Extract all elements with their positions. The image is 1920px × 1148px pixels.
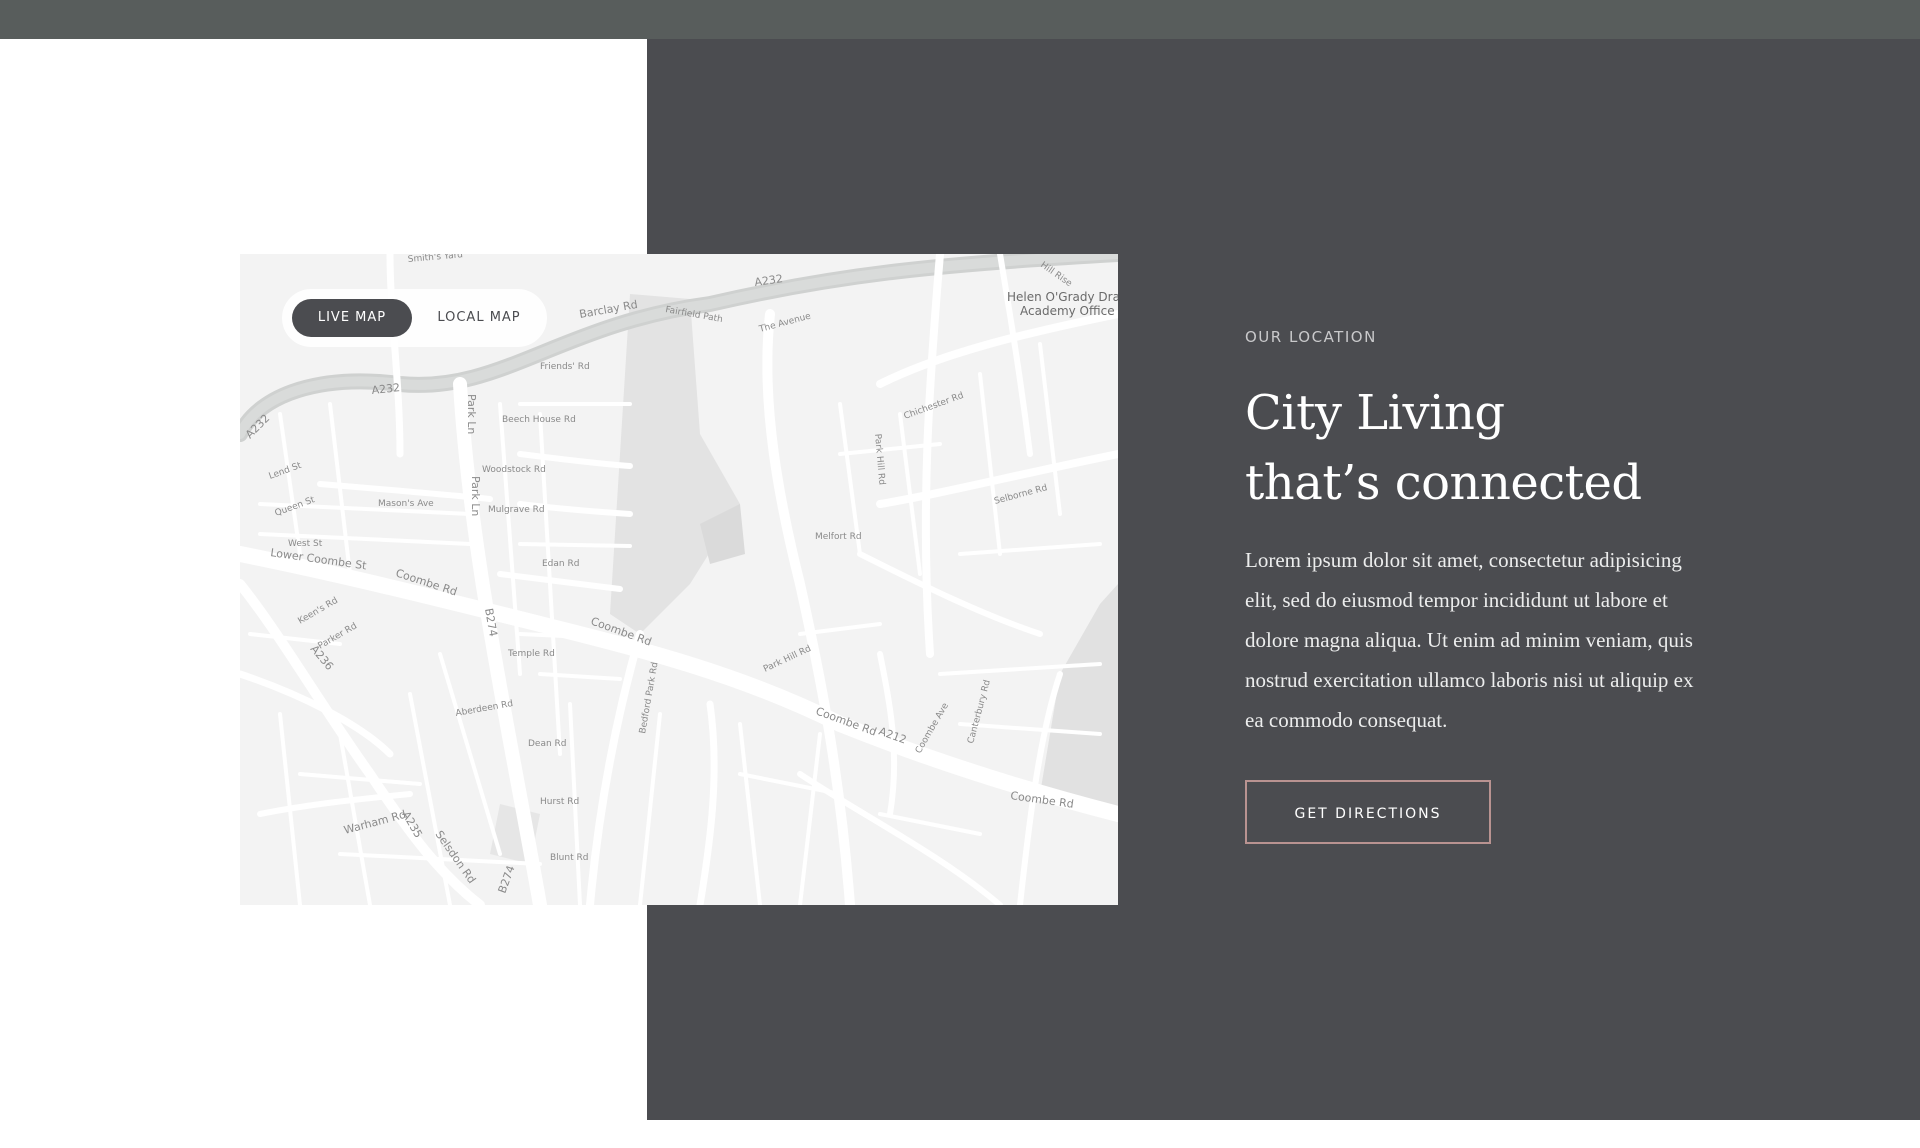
get-directions-button[interactable]: GET DIRECTIONS bbox=[1245, 780, 1491, 844]
section-headline: City Living that’s connected bbox=[1245, 378, 1805, 518]
section-body: Lorem ipsum dolor sit amet, consectetur … bbox=[1245, 548, 1694, 732]
map-label: Academy Office bbox=[1020, 304, 1115, 318]
map-card[interactable]: A232 A232 A232 Barclay Rd Fairfield Path… bbox=[240, 254, 1118, 905]
map-label: Helen O'Grady Drama bbox=[1007, 290, 1118, 304]
map-label: West St bbox=[288, 539, 323, 549]
live-map-tab[interactable]: LIVE MAP bbox=[292, 299, 412, 337]
map-label: Mason's Ave bbox=[378, 499, 434, 509]
map-label: Beech House Rd bbox=[502, 415, 576, 425]
map-label: Woodstock Rd bbox=[482, 465, 546, 475]
map-label: Edan Rd bbox=[542, 559, 579, 569]
top-bar bbox=[0, 0, 1920, 39]
local-map-tab[interactable]: LOCAL MAP bbox=[418, 299, 540, 337]
headline-line-2: that’s connected bbox=[1245, 455, 1642, 511]
map-label: Dean Rd bbox=[528, 739, 567, 749]
map-view-toggle: LIVE MAP LOCAL MAP bbox=[282, 289, 547, 347]
map-label: Blunt Rd bbox=[550, 853, 588, 863]
section-eyebrow: OUR LOCATION bbox=[1245, 328, 1377, 346]
map-label: Mulgrave Rd bbox=[488, 505, 545, 515]
map-label: Park Ln bbox=[469, 476, 482, 516]
map-label: Park Ln bbox=[465, 394, 478, 434]
map-label: Temple Rd bbox=[507, 649, 555, 659]
map-label: Friends' Rd bbox=[540, 362, 590, 372]
street-map[interactable]: A232 A232 A232 Barclay Rd Fairfield Path… bbox=[240, 254, 1118, 905]
headline-line-1: City Living bbox=[1245, 385, 1505, 441]
map-label: Melfort Rd bbox=[815, 532, 862, 542]
map-label: Hurst Rd bbox=[540, 797, 579, 807]
